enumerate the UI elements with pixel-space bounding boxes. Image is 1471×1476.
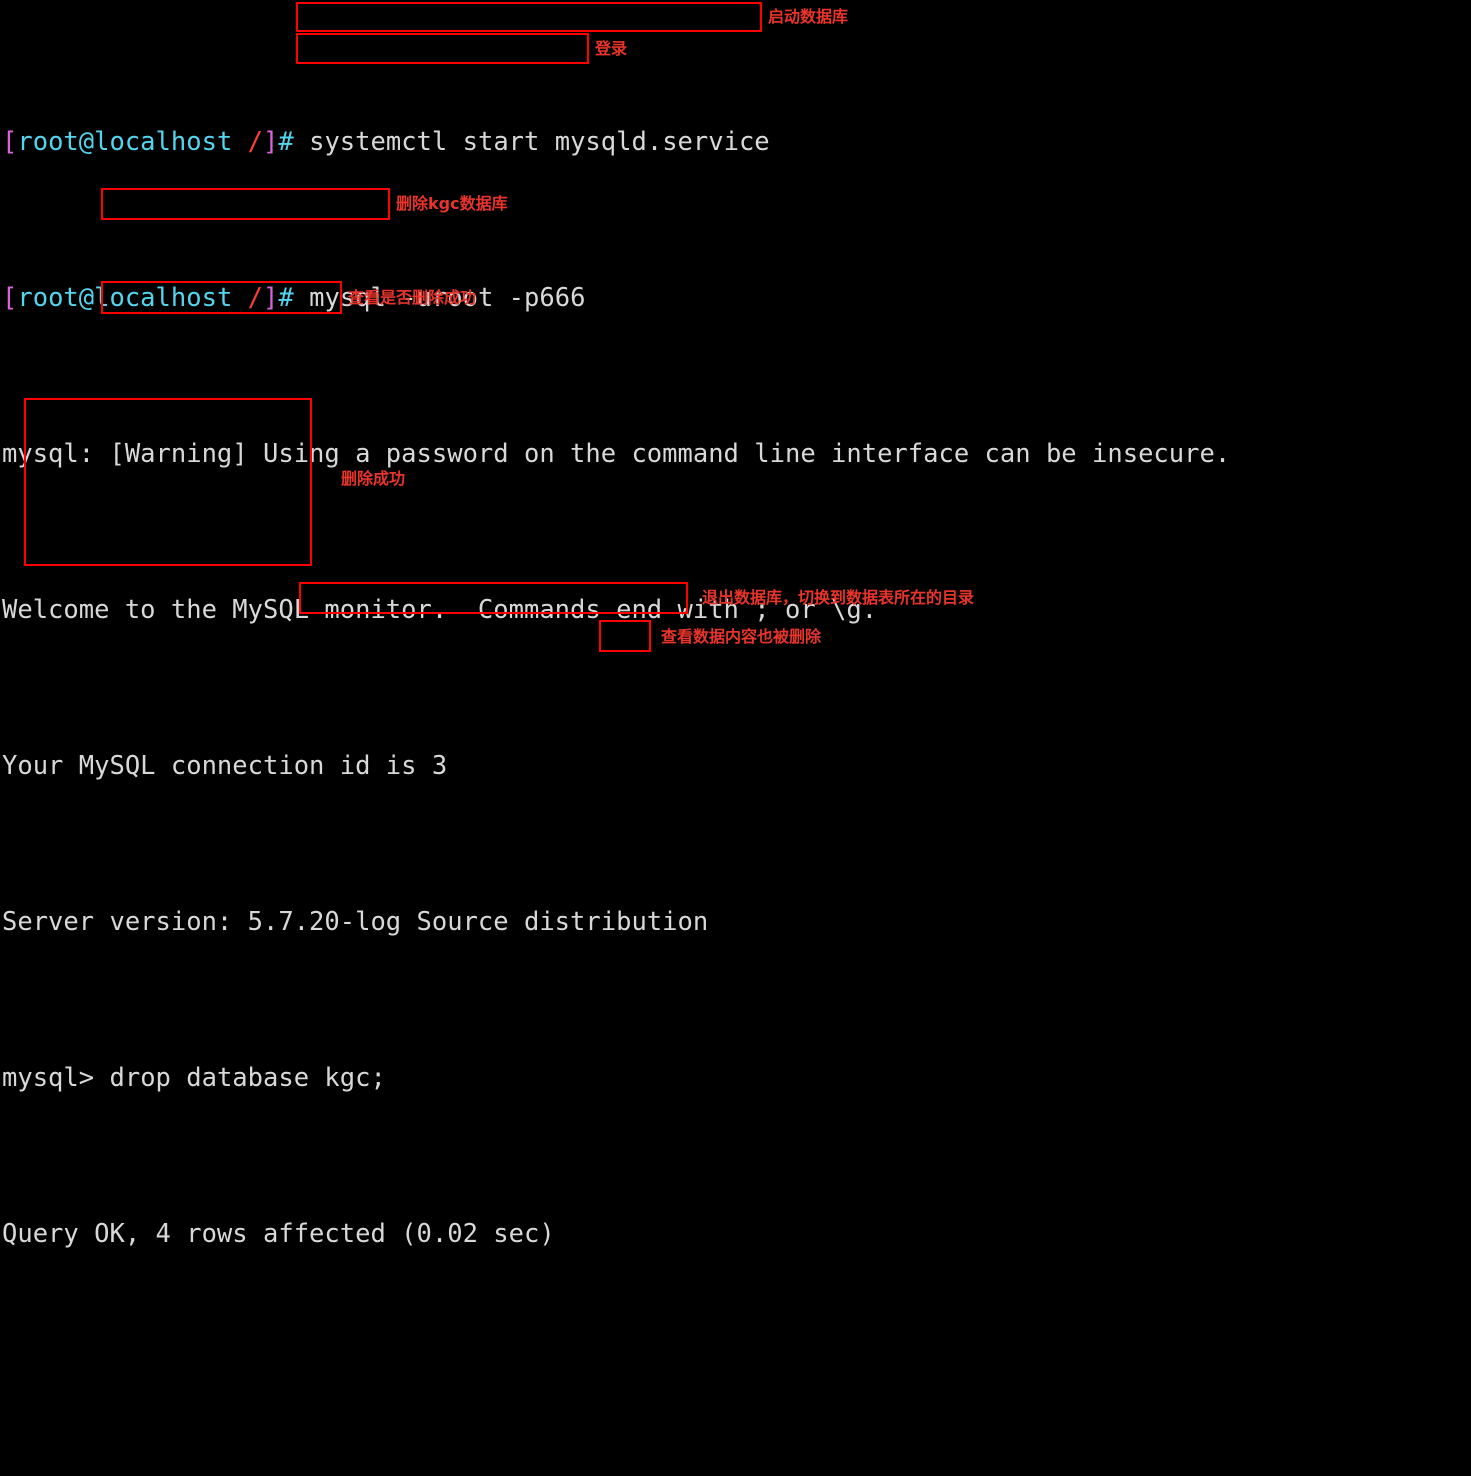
prompt-user-host: root@localhost: [17, 282, 233, 313]
output-warning: mysql: [Warning] Using a password on the…: [2, 438, 1231, 469]
prompt-close-bracket: ]: [263, 282, 279, 313]
note-start-db: 启动数据库: [768, 7, 849, 26]
prompt-path-root: /: [247, 126, 264, 157]
terminal-line-systemctl: [root@localhost /]# systemctl start mysq…: [2, 127, 1230, 158]
prompt-open-bracket: [: [2, 126, 18, 157]
output-connection-id: Your MySQL connection id is 3: [2, 750, 448, 781]
terminal-line-drop-database: mysql> drop database kgc;: [2, 1063, 1230, 1094]
prompt-space-2: [294, 283, 309, 313]
note-ls-deleted: 查看数据内容也被删除: [661, 627, 822, 646]
note-exit-cd: 退出数据库，切换到数据表所在的目录: [702, 588, 975, 607]
prompt-hash: #: [278, 126, 294, 157]
terminal-screen: [root@localhost /]# systemctl start mysq…: [2, 2, 1230, 1476]
note-drop-success: 删除成功: [341, 469, 406, 488]
prompt-path-root: /: [247, 282, 264, 313]
command-systemctl[interactable]: systemctl start mysqld.service: [309, 127, 770, 157]
output-query-ok: Query OK, 4 rows affected (0.02 sec): [2, 1218, 555, 1249]
note-drop-kgc: 删除kgc数据库: [396, 194, 508, 213]
output-welcome: Welcome to the MySQL monitor. Commands e…: [2, 594, 878, 625]
prompt-close-bracket: ]: [263, 126, 279, 157]
note-login: 登录: [595, 39, 628, 58]
mysql-prompt: mysql>: [2, 1062, 95, 1093]
terminal-line-mysql-login: [root@localhost /]# mysql -uroot -p666: [2, 283, 1230, 314]
command-drop-database[interactable]: drop database kgc;: [109, 1063, 385, 1093]
prompt-user-host: root@localhost: [17, 126, 233, 157]
prompt-space-2: [294, 127, 309, 157]
note-check-dropped: 查看是否删除成功: [348, 288, 477, 307]
prompt-open-bracket: [: [2, 282, 18, 313]
prompt-hash: #: [278, 282, 294, 313]
terminal-window[interactable]: [root@localhost /]# systemctl start mysq…: [0, 0, 1471, 1249]
output-server-version: Server version: 5.7.20-log Source distri…: [2, 906, 709, 937]
